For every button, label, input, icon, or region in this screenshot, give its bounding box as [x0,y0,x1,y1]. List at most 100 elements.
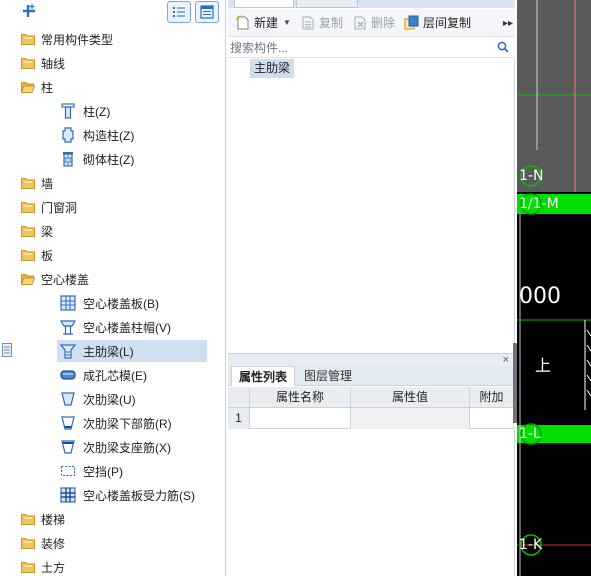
tree-item[interactable]: 成孔芯模(E) [60,364,147,386]
tree-item-label: 空心楼盖板受力筋(S) [83,488,195,503]
folder-icon [21,561,35,573]
tree-item-label: 柱(Z) [83,104,111,119]
tree-item-label: 空心楼盖 [41,272,90,287]
property-name-cell[interactable] [250,408,351,429]
tree-item-label: 主肋梁(L) [83,344,134,359]
list-item[interactable]: 主肋梁 [250,59,295,78]
folder-icon [21,225,35,237]
tree-item-label: 构造柱(Z) [83,128,135,143]
component-list: 主肋梁 [228,59,515,350]
side-doc-icon[interactable] [2,343,12,357]
panel-tab-strip [228,0,515,8]
tree-category[interactable]: 空心楼盖 [21,268,89,290]
tree-category[interactable]: 墙 [21,172,53,194]
component-list-panel: 新建 ▼ 复制 删除 层间复制 ▸▸ 主肋梁 [228,0,515,576]
list-view-icon[interactable] [167,1,191,23]
tree-category[interactable]: 装修 [21,532,65,554]
tree-item[interactable]: 主肋梁(L) [57,340,207,362]
toolbar-overflow-icon[interactable]: ▸▸ [503,18,513,29]
tree-item[interactable]: 空挡(P) [60,460,123,482]
copy-button[interactable]: 复制 [298,12,345,34]
column-header-extra[interactable]: 附加 [470,387,514,408]
folder-open-icon [21,81,35,93]
tree-item[interactable]: 砌体柱(Z) [60,148,134,170]
tree-item-label: 空心楼盖柱帽(V) [83,320,171,335]
folder-icon [21,201,35,213]
folder-icon [21,177,35,189]
tree-item-label: 次肋梁(U) [83,392,136,407]
tree-item-label: 梁 [41,224,54,239]
secondary-rib-beam-icon [60,391,76,407]
tree-item-label: 次肋梁下部筋(R) [83,416,172,431]
tree-category[interactable]: 板 [21,244,53,266]
tree-category[interactable]: 土方 [21,556,65,576]
copy-icon [300,15,316,31]
tree-category[interactable]: 常用构件类型 [21,28,113,50]
tree-item[interactable]: 空心楼盖板(B) [60,292,159,314]
tab-layer[interactable] [296,0,358,8]
column-cap-icon [60,319,76,335]
row-index: 1 [228,408,250,429]
folder-open-icon [21,273,35,285]
delete-button-label: 删除 [370,16,395,30]
tree-item[interactable]: 空心楼盖板受力筋(S) [60,484,195,506]
folder-icon [21,537,35,549]
search-input[interactable] [230,39,492,56]
tree-item[interactable]: 次肋梁(U) [60,388,136,410]
tree-item-label: 墙 [41,176,54,191]
tree-item[interactable]: 柱(Z) [60,100,110,122]
property-tabs: 属性列表 图层管理 [228,366,515,386]
tree-item-label: 土方 [41,560,66,575]
property-table-header: 属性名称 属性值 附加 [228,387,515,408]
tree-item[interactable]: 次肋梁支座筋(X) [60,436,171,458]
copy-button-label: 复制 [318,16,343,30]
table-row[interactable]: 1 [228,408,515,429]
tree-item[interactable]: 空心楼盖柱帽(V) [60,316,171,338]
tree-item[interactable]: 构造柱(Z) [60,124,134,146]
axis-label-1-L: 1-L [519,426,541,442]
tree-category[interactable]: 柱 [21,76,53,98]
search-icon[interactable] [497,41,509,56]
component-toolbar: 新建 ▼ 复制 删除 层间复制 ▸▸ [228,9,515,37]
folder-icon [21,57,35,69]
column-header-value[interactable]: 属性值 [351,387,470,408]
tab-layer-management[interactable]: 图层管理 [297,366,359,386]
tree-item-label: 轴线 [41,56,66,71]
tab-property-list[interactable]: 属性列表 [231,366,296,386]
tree-item-label: 空挡(P) [83,464,123,479]
folder-icon [21,33,35,45]
constructional-column-icon [60,127,76,143]
component-tree-panel: 常用构件类型轴线柱柱(Z) 构造柱(Z) 砌体柱(Z) 墙门窗洞梁板空心楼盖空心楼盖板… [0,0,226,576]
tab-component-list[interactable] [234,0,294,8]
tree-category[interactable]: 门窗洞 [21,196,77,218]
property-panel-header: × [228,353,515,366]
tree-item-label: 板 [41,248,54,263]
hollow-slab-icon [60,295,76,311]
axis-label-1-K: 1-K [519,537,543,553]
axis-label-1-1-M: 1/1-M [519,196,559,212]
tree-item[interactable]: 次肋梁下部筋(R) [60,412,172,434]
tree-item-label: 柱 [41,80,54,95]
chevron-down-icon[interactable]: ▼ [283,18,291,27]
delete-icon [352,15,368,31]
property-table-body [228,430,515,576]
main-rib-beam-icon [60,343,76,359]
tree-item-label: 楼梯 [41,512,66,527]
add-component-plus-icon[interactable] [21,3,37,19]
tree-category[interactable]: 梁 [21,220,53,242]
column-header-name[interactable]: 属性名称 [250,387,351,408]
tree-category[interactable]: 楼梯 [21,508,65,530]
component-search [228,38,515,58]
folder-icon [21,513,35,525]
new-file-icon [235,15,251,31]
floor-copy-button[interactable]: 层间复制 [402,12,473,34]
delete-button[interactable]: 删除 [350,12,397,34]
tree-category[interactable]: 轴线 [21,52,65,74]
grid-view-icon[interactable] [195,1,219,23]
property-value-cell[interactable] [351,408,470,429]
slab-rebar-icon [60,487,76,503]
new-button[interactable]: 新建 ▼ [233,12,293,34]
property-extra-cell[interactable] [470,408,514,429]
drawing-canvas[interactable]: 1-N 1/1-M 000 上 1-L 1-K [517,0,591,576]
tree-item-label: 次肋梁支座筋(X) [83,440,171,455]
